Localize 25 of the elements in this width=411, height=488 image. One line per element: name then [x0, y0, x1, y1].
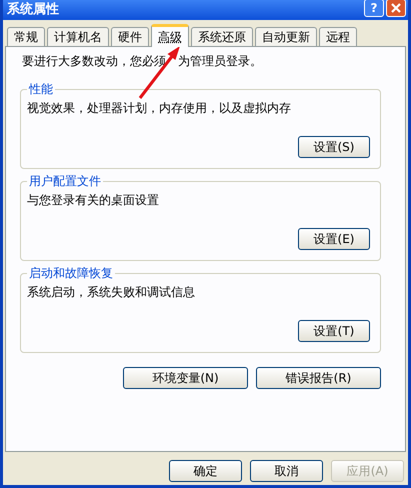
help-button[interactable]: ? — [364, 0, 384, 17]
settings-button[interactable]: 设置(S) — [298, 136, 370, 158]
tab[interactable]: 系统还原 — [191, 27, 253, 46]
tab[interactable]: 高级 — [151, 24, 189, 47]
dialog-button[interactable]: 确定 — [169, 460, 242, 482]
group-title: 启动和故障恢复 — [27, 265, 115, 281]
group-title: 性能 — [27, 81, 55, 97]
settings-button[interactable]: 设置(E) — [298, 228, 370, 250]
settings-button[interactable]: 设置(T) — [298, 320, 370, 342]
group-description: 视觉效果，处理器计划，内存使用，以及虚拟内存 — [27, 100, 292, 116]
group-description: 系统启动，系统失败和调试信息 — [27, 284, 196, 300]
notice-text: 为管理员登录。 — [178, 53, 262, 69]
close-icon — [391, 3, 401, 13]
close-button[interactable] — [386, 0, 406, 17]
tab[interactable]: 常规 — [7, 27, 45, 46]
window-title: 系统属性 — [7, 3, 59, 17]
dialog-button[interactable]: 环境变量(N) — [123, 367, 248, 389]
dialog-button[interactable]: 取消 — [250, 460, 323, 482]
group-title: 用户配置文件 — [27, 173, 103, 189]
dialog-button[interactable]: 错误报告(R) — [256, 367, 381, 389]
tab[interactable]: 远程 — [319, 27, 357, 46]
tab[interactable]: 计算机名 — [47, 27, 109, 46]
tab[interactable]: 自动更新 — [255, 27, 317, 46]
group-description: 与您登录有关的桌面设置 — [27, 192, 160, 208]
tab[interactable]: 硬件 — [111, 27, 149, 46]
